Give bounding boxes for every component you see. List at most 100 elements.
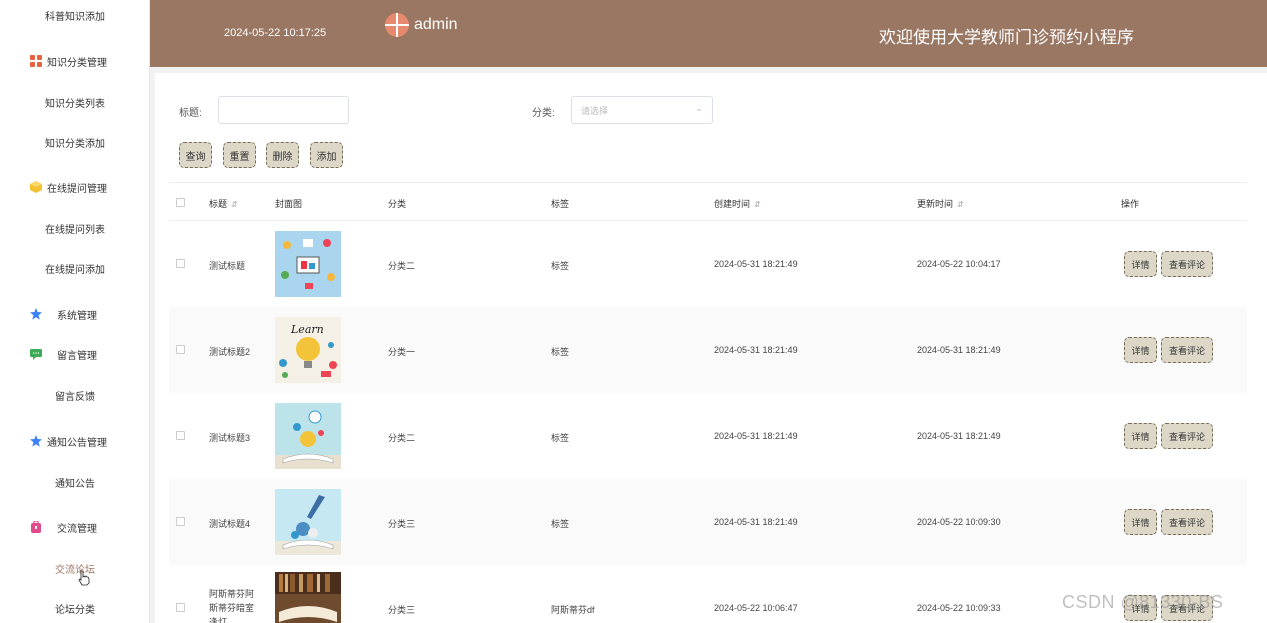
cover-image: [275, 231, 341, 297]
sidebar: 科普知识添加 知识分类管理 知识分类列表 知识分类添加 在线提问管理 在线提问列…: [0, 0, 150, 623]
category-select[interactable]: 请选择 ⌄: [571, 96, 713, 124]
sort-icon[interactable]: ⇵: [957, 200, 964, 209]
view-comments-button[interactable]: 查看评论: [1161, 423, 1213, 449]
chat-icon: [30, 348, 42, 360]
row-category: 分类二: [388, 261, 416, 271]
row-category: 分类一: [388, 347, 416, 357]
top-header: 2024-05-22 10:17:25 admin 欢迎使用大学教师门诊预约小程…: [150, 0, 1267, 67]
watermark: CSDN @81330-BS: [1062, 592, 1224, 612]
row-title: 测试标题4: [209, 519, 251, 529]
sidebar-item-forum[interactable]: 交流论坛: [0, 558, 149, 578]
header-datetime: 2024-05-22 10:17:25: [224, 27, 327, 39]
sidebar-group-exchange[interactable]: 交流管理: [0, 517, 149, 537]
sidebar-group-knowledge-category[interactable]: 知识分类管理: [0, 51, 149, 71]
cover-image: [275, 403, 341, 469]
category-filter-label: 分类:: [532, 108, 555, 119]
sidebar-item-online-question-add[interactable]: 在线提问添加: [0, 258, 149, 278]
cover-image: Learn: [275, 317, 341, 383]
sidebar-group-notice[interactable]: 通知公告管理: [0, 431, 149, 451]
select-all-checkbox[interactable]: [176, 198, 185, 207]
view-comments-button[interactable]: 查看评论: [1161, 337, 1213, 363]
table-row: 测试标题4 分类三 标签 2024-05-31 18:21:49 2024-05…: [169, 479, 1247, 565]
row-created-time: 2024-05-22 10:06:47: [714, 603, 798, 613]
title-search-input[interactable]: [218, 96, 349, 124]
sidebar-group-online-question[interactable]: 在线提问管理: [0, 177, 149, 197]
header-username[interactable]: admin: [414, 16, 458, 34]
detail-button[interactable]: 详情: [1124, 337, 1157, 363]
row-category: 分类三: [388, 519, 416, 529]
column-header-title[interactable]: 标题 ⇵: [209, 197, 238, 210]
row-updated-time: 2024-05-31 18:21:49: [917, 345, 1001, 355]
sidebar-item-message-feedback[interactable]: 留言反馈: [0, 385, 149, 405]
bag-icon: [30, 520, 42, 533]
sidebar-item-knowledge-add[interactable]: 科普知识添加: [0, 5, 149, 25]
category-select-placeholder: 请选择: [581, 105, 609, 116]
column-header-created[interactable]: 创建时间 ⇵: [714, 197, 761, 210]
table-row: 测试标题2 Learn 分类一 标签 2024-05-31 18:21:49 2…: [169, 307, 1247, 393]
row-category: 分类二: [388, 433, 416, 443]
title-filter-label: 标题:: [179, 108, 202, 119]
table-row: 测试标题3 分类二 标签 2024-05-31 18:21:49 2024-05…: [169, 393, 1247, 479]
table-row: 测试标题 分类二 标签 2024-05-31 18:21:49 2024-05-…: [169, 221, 1247, 307]
add-button[interactable]: 添加: [310, 142, 343, 168]
detail-button[interactable]: 详情: [1124, 423, 1157, 449]
row-tag: 标签: [551, 261, 570, 271]
view-comments-button[interactable]: 查看评论: [1161, 509, 1213, 535]
star-icon: [30, 435, 42, 447]
column-header-category: 分类: [388, 199, 407, 209]
hand-cursor-icon: [78, 570, 90, 589]
cover-image: [275, 572, 341, 623]
row-tag: 标签: [551, 347, 570, 357]
row-updated-time: 2024-05-22 10:04:17: [917, 259, 1001, 269]
row-tag: 标签: [551, 433, 570, 443]
detail-button[interactable]: 详情: [1124, 509, 1157, 535]
row-checkbox[interactable]: [176, 603, 185, 612]
sidebar-group-system[interactable]: 系统管理: [0, 304, 149, 324]
data-table: 标题 ⇵ 封面图 分类 标签 创建时间 ⇵ 更新时间 ⇵ 操作 测试标题 分类二 标签…: [169, 182, 1247, 623]
star-icon: [30, 308, 42, 320]
system-title: 欢迎使用大学教师门诊预约小程序: [879, 28, 1134, 47]
row-title: 测试标题: [209, 261, 246, 271]
row-created-time: 2024-05-31 18:21:49: [714, 345, 798, 355]
row-checkbox[interactable]: [176, 259, 185, 268]
row-title: 测试标题2: [209, 347, 251, 357]
row-created-time: 2024-05-31 18:21:49: [714, 431, 798, 441]
table-header: 标题 ⇵ 封面图 分类 标签 创建时间 ⇵ 更新时间 ⇵ 操作: [169, 182, 1247, 221]
sidebar-item-forum-category[interactable]: 论坛分类: [0, 598, 149, 618]
sidebar-item-notice[interactable]: 通知公告: [0, 472, 149, 492]
detail-button[interactable]: 详情: [1124, 251, 1157, 277]
row-updated-time: 2024-05-22 10:09:30: [917, 517, 1001, 527]
chevron-down-icon: ⌄: [695, 103, 703, 113]
reset-button[interactable]: 重置: [223, 142, 256, 168]
sort-icon[interactable]: ⇵: [754, 200, 761, 209]
row-title: 测试标题3: [209, 433, 251, 443]
grid-icon: [30, 55, 42, 67]
search-button[interactable]: 查询: [179, 142, 212, 168]
svg-text:Learn: Learn: [290, 323, 324, 336]
row-updated-time: 2024-05-22 10:09:33: [917, 603, 1001, 613]
sidebar-item-knowledge-category-list[interactable]: 知识分类列表: [0, 92, 149, 112]
sidebar-item-online-question-list[interactable]: 在线提问列表: [0, 218, 149, 238]
row-tag: 标签: [551, 519, 570, 529]
row-checkbox[interactable]: [176, 431, 185, 440]
cover-image: [275, 489, 341, 555]
column-header-updated[interactable]: 更新时间 ⇵: [917, 197, 964, 210]
column-header-tag: 标签: [551, 199, 570, 209]
delete-button[interactable]: 删除: [266, 142, 299, 168]
column-header-actions: 操作: [1121, 199, 1140, 209]
main-panel: 标题: 分类: 请选择 ⌄ 查询 重置 删除 添加 标题 ⇵ 封面图 分类 标签 …: [155, 73, 1267, 623]
sidebar-group-message[interactable]: 留言管理: [0, 344, 149, 364]
view-comments-button[interactable]: 查看评论: [1161, 251, 1213, 277]
row-created-time: 2024-05-31 18:21:49: [714, 517, 798, 527]
sidebar-item-knowledge-category-add[interactable]: 知识分类添加: [0, 132, 149, 152]
row-title: 阿斯蒂芬阿 斯蒂芬暗室 逢灯: [209, 589, 255, 623]
sort-icon[interactable]: ⇵: [231, 200, 238, 209]
row-created-time: 2024-05-31 18:21:49: [714, 259, 798, 269]
column-header-cover: 封面图: [275, 199, 303, 209]
row-checkbox[interactable]: [176, 345, 185, 354]
row-category: 分类三: [388, 605, 416, 615]
cube-icon: [30, 181, 42, 193]
avatar[interactable]: [385, 13, 409, 37]
row-checkbox[interactable]: [176, 517, 185, 526]
row-tag: 阿斯蒂芬df: [551, 605, 595, 615]
